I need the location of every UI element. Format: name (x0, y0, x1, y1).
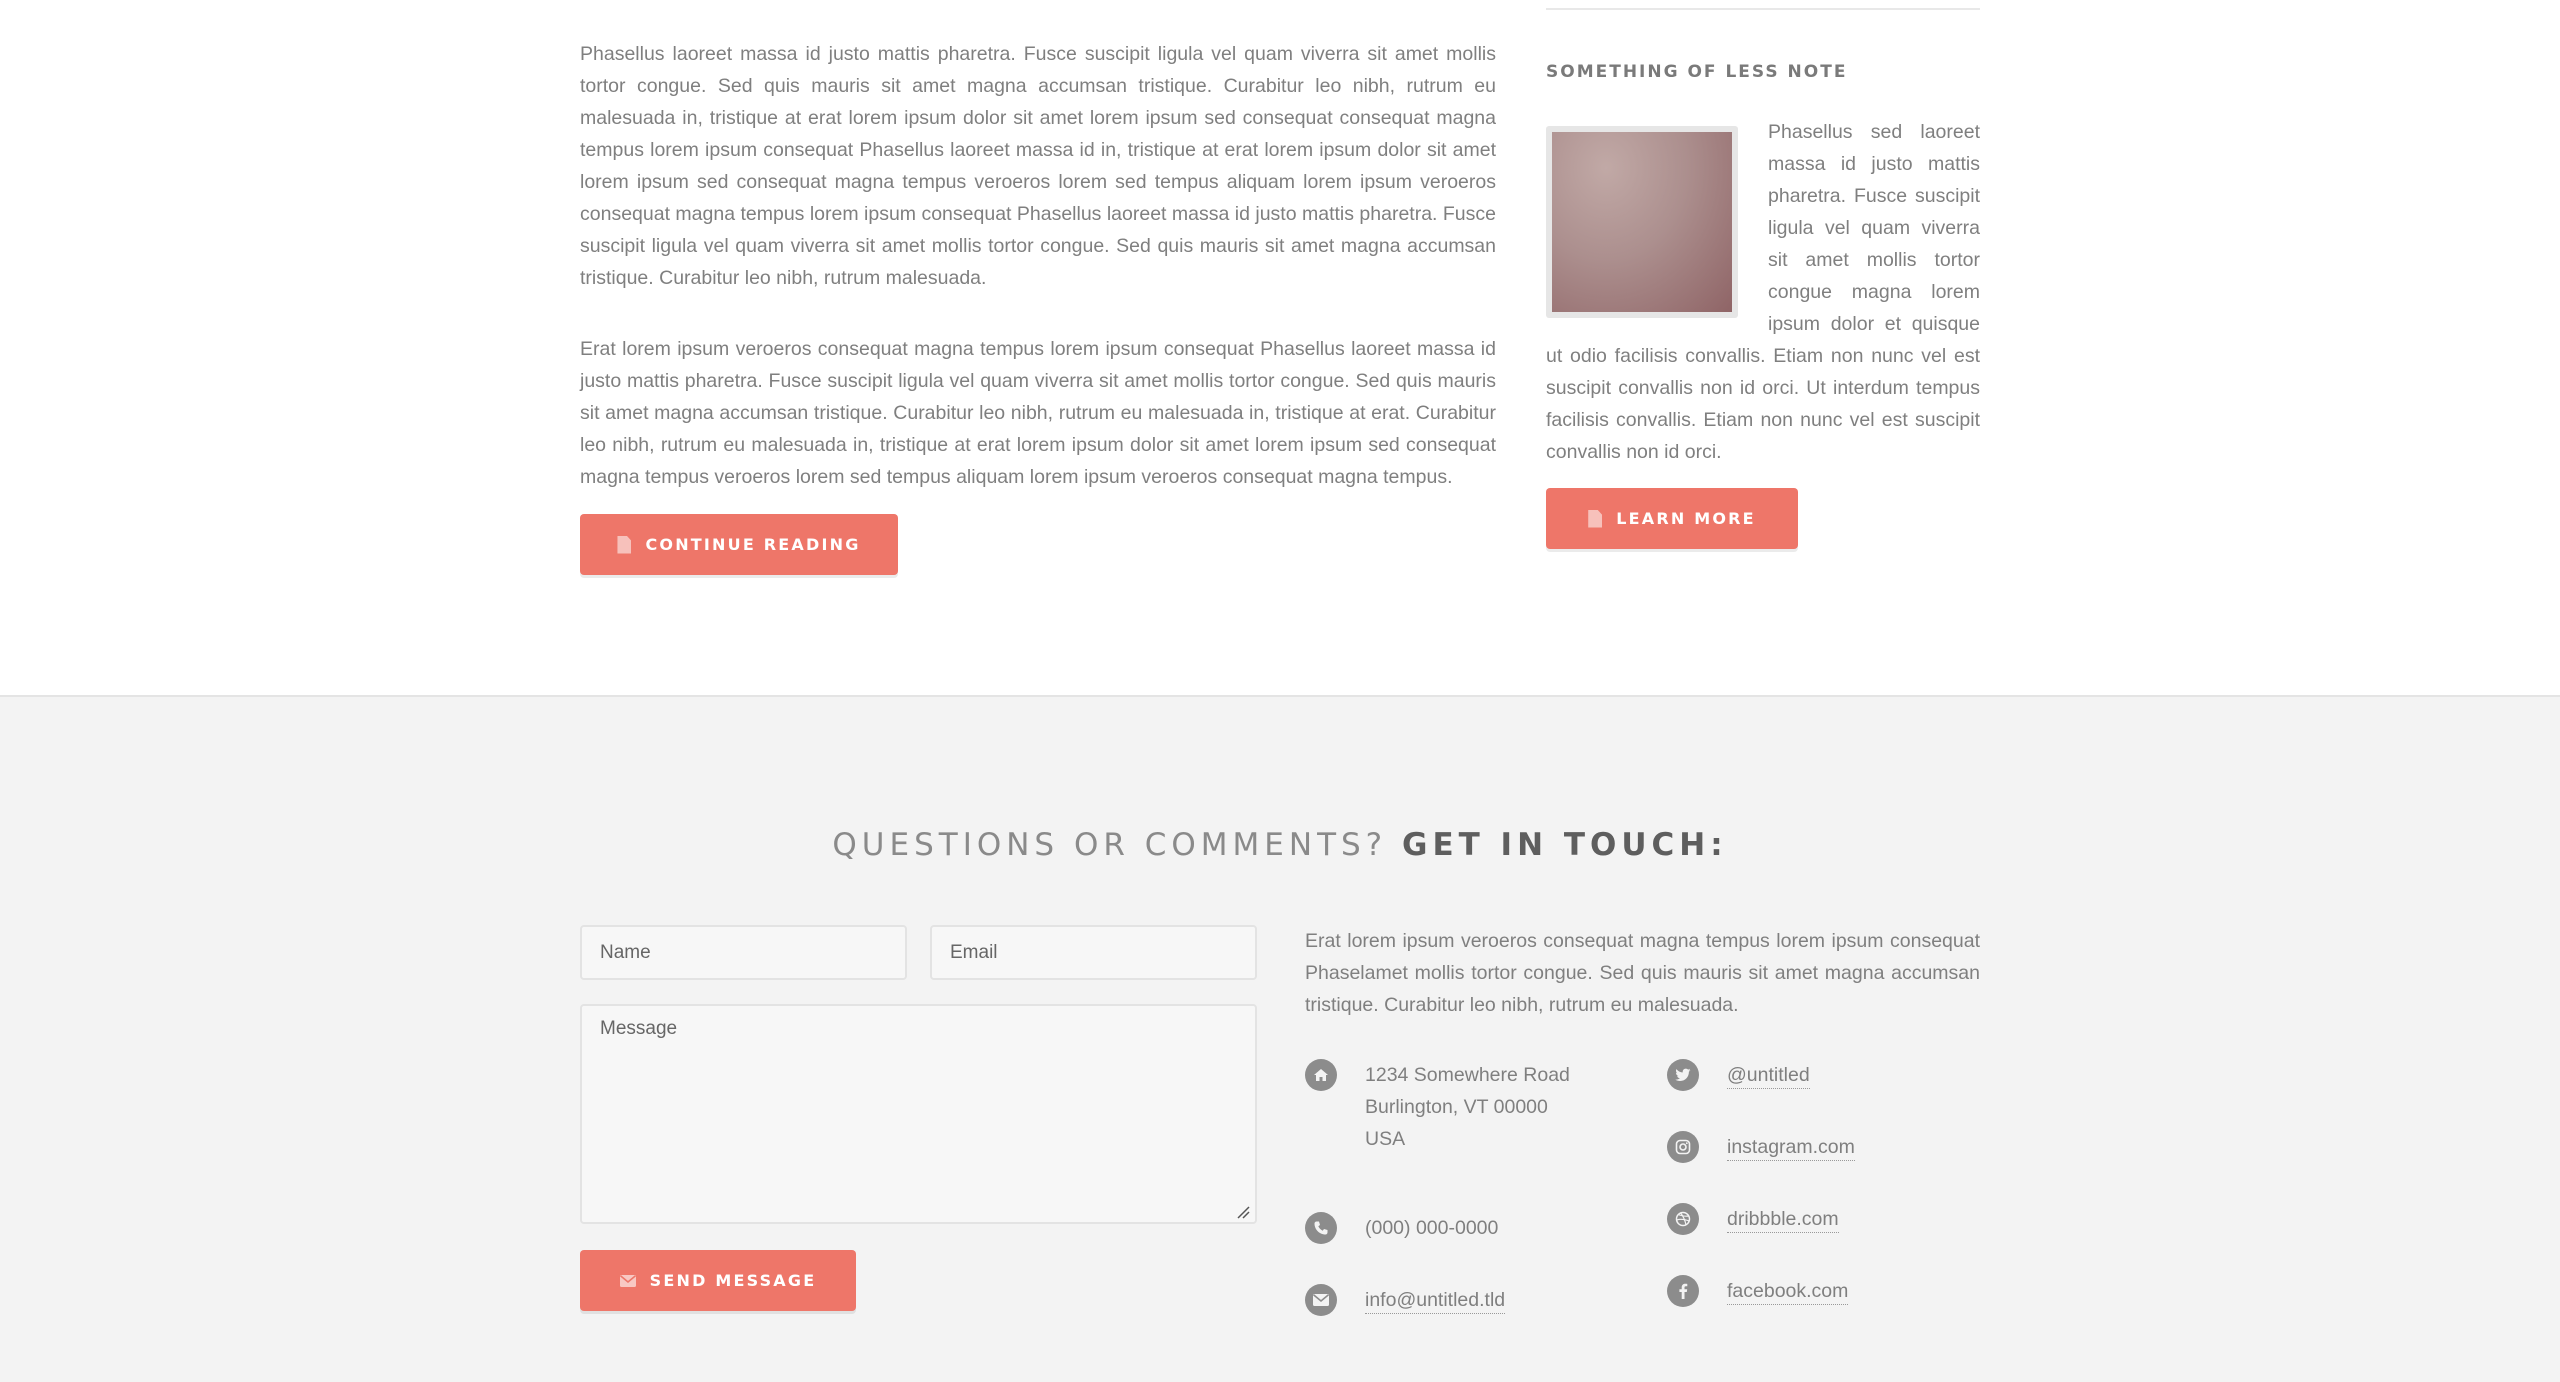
message-textarea[interactable] (580, 1004, 1257, 1224)
facebook-item: facebook.com (1667, 1275, 1849, 1307)
instagram-icon (1667, 1131, 1699, 1163)
facebook-icon (1667, 1275, 1699, 1307)
thumbnail-image (1552, 132, 1732, 312)
learn-more-label: Learn More (1616, 509, 1756, 528)
continue-reading-label: Continue Reading (645, 535, 861, 554)
phone-number: (000) 000-0000 (1365, 1217, 1499, 1239)
envelope-icon (1305, 1284, 1337, 1316)
document-icon (617, 535, 632, 554)
twitter-link[interactable]: @untitled (1727, 1062, 1810, 1089)
continue-reading-button[interactable]: Continue Reading (580, 514, 898, 575)
sidebar-title: Something of less note (1546, 62, 1848, 82)
dribbble-icon (1667, 1203, 1699, 1235)
dribbble-link[interactable]: dribbble.com (1727, 1206, 1839, 1233)
name-input[interactable] (580, 925, 907, 980)
sidebar-body: Phasellus sed laoreet massa id justo mat… (1546, 116, 1980, 468)
phone-icon (1305, 1212, 1337, 1244)
twitter-item: @untitled (1667, 1059, 1810, 1091)
document-icon (1588, 509, 1603, 528)
instagram-item: instagram.com (1667, 1131, 1855, 1163)
twitter-icon (1667, 1059, 1699, 1091)
address-line-2: Burlington, VT 00000 (1365, 1096, 1548, 1118)
email-link[interactable]: info@untitled.tld (1365, 1287, 1506, 1314)
phone-item: (000) 000-0000 (1305, 1212, 1498, 1244)
contact-section: Questions or comments? Get in touch: Sen… (0, 695, 2560, 1382)
article-section: Phasellus laoreet massa id justo mattis … (0, 0, 2560, 695)
learn-more-button[interactable]: Learn More (1546, 488, 1798, 549)
resize-grip-icon[interactable] (1236, 1205, 1250, 1219)
main-article: Phasellus laoreet massa id justo mattis … (580, 38, 1496, 532)
sidebar-thumbnail[interactable] (1546, 126, 1738, 318)
address-line-3: USA (1365, 1128, 1406, 1150)
article-paragraph-2: Erat lorem ipsum veroeros consequat magn… (580, 338, 1496, 488)
dribbble-item: dribbble.com (1667, 1203, 1839, 1235)
envelope-icon (619, 1274, 636, 1287)
home-icon (1305, 1059, 1337, 1091)
address-item: 1234 Somewhere Road Burlington, VT 00000… (1305, 1059, 1570, 1155)
email-input[interactable] (930, 925, 1257, 980)
send-message-button[interactable]: Send Message (580, 1250, 856, 1311)
sidebar-divider (1546, 8, 1980, 10)
email-item: info@untitled.tld (1305, 1284, 1506, 1316)
contact-heading: Questions or comments? Get in touch: (0, 827, 2560, 863)
address-line-1: 1234 Somewhere Road (1365, 1064, 1570, 1086)
article-paragraph-1: Phasellus laoreet massa id justo mattis … (580, 43, 1496, 289)
contact-heading-bold: Get in touch: (1402, 827, 1728, 863)
contact-heading-light: Questions or comments? (832, 827, 1388, 863)
send-message-label: Send Message (649, 1271, 817, 1290)
contact-description: Erat lorem ipsum veroeros consequat magn… (1305, 930, 1980, 1016)
facebook-link[interactable]: facebook.com (1727, 1278, 1849, 1305)
instagram-link[interactable]: instagram.com (1727, 1134, 1855, 1161)
address-text: 1234 Somewhere Road Burlington, VT 00000… (1365, 1059, 1570, 1155)
